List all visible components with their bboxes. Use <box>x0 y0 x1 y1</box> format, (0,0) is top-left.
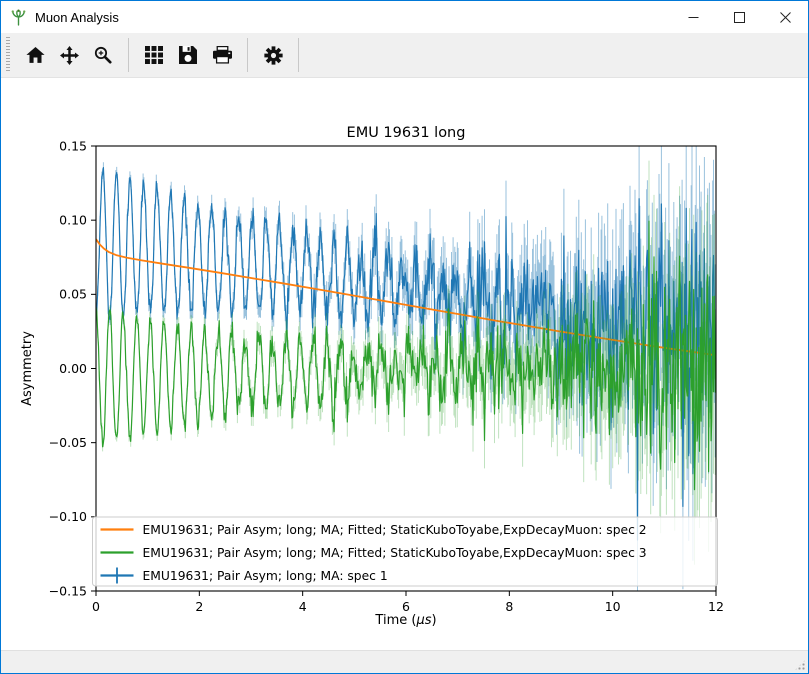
home-icon <box>26 47 45 64</box>
x-tick-label: 8 <box>505 599 513 614</box>
print-icon <box>213 46 232 64</box>
app-logo-icon <box>10 9 27 26</box>
y-tick-label: 0.05 <box>59 287 87 302</box>
y-tick-label: 0.00 <box>59 361 87 376</box>
plot-toolbar <box>1 33 808 78</box>
x-tick-label: 6 <box>402 599 410 614</box>
y-tick-label: −0.05 <box>49 435 87 450</box>
print-button[interactable] <box>207 39 237 71</box>
x-tick-label: 10 <box>605 599 621 614</box>
window-controls <box>670 1 808 33</box>
save-icon <box>179 46 197 64</box>
minimize-button[interactable] <box>670 1 716 33</box>
x-tick-label: 4 <box>299 599 307 614</box>
home-button[interactable] <box>20 39 50 71</box>
x-axis-label: Time (μs) <box>374 613 436 628</box>
toolbar-separator <box>298 38 299 72</box>
x-tick-label: 12 <box>708 599 724 614</box>
settings-button[interactable] <box>258 39 288 71</box>
y-tick-label: −0.15 <box>49 583 87 598</box>
minimize-icon <box>688 12 699 23</box>
save-button[interactable] <box>173 39 203 71</box>
window-title: Muon Analysis <box>35 10 670 25</box>
resize-grip[interactable] <box>794 659 806 671</box>
maximize-icon <box>734 12 745 23</box>
zoom-icon <box>94 46 112 64</box>
maximize-button[interactable] <box>716 1 762 33</box>
plot-svg[interactable]: 0 2 4 6 8 10 12 0.15 0.10 0.05 0.00 −0.05 −0.10 −0.15… <box>1 78 794 649</box>
plot-title: EMU 19631 long <box>347 125 466 141</box>
pan-button[interactable] <box>54 39 84 71</box>
y-tick-label: 0.10 <box>59 212 87 227</box>
toolbar-drag-handle[interactable] <box>6 37 10 73</box>
toolbar-separator <box>247 38 248 72</box>
legend: EMU19631; Pair Asym; long; MA; Fitted; S… <box>93 517 718 586</box>
x-tick-label: 0 <box>92 599 100 614</box>
legend-entry-label: EMU19631; Pair Asym; long; MA; Fitted; S… <box>143 546 647 560</box>
figure-canvas[interactable]: 0 2 4 6 8 10 12 0.15 0.10 0.05 0.00 −0.05 −0.10 −0.15… <box>1 78 808 650</box>
subplots-button[interactable] <box>139 39 169 71</box>
y-axis-label: Asymmetry <box>20 331 35 406</box>
close-button[interactable] <box>762 1 808 33</box>
statusbar <box>1 650 808 673</box>
legend-entry-label: EMU19631; Pair Asym; long; MA; Fitted; S… <box>143 523 647 537</box>
subplots-grid-icon <box>145 46 163 64</box>
y-tick-label: −0.10 <box>49 509 87 524</box>
titlebar[interactable]: Muon Analysis <box>1 1 808 33</box>
pan-icon <box>60 46 79 65</box>
settings-gear-icon <box>264 46 283 65</box>
app-window: { "window": { "title": "Muon Analysis" }… <box>0 0 809 674</box>
y-tick-label: 0.15 <box>59 138 87 153</box>
legend-entry-label: EMU19631; Pair Asym; long; MA: spec 1 <box>143 569 388 583</box>
x-tick-label: 2 <box>195 599 203 614</box>
zoom-button[interactable] <box>88 39 118 71</box>
close-icon <box>780 12 791 23</box>
toolbar-separator <box>128 38 129 72</box>
